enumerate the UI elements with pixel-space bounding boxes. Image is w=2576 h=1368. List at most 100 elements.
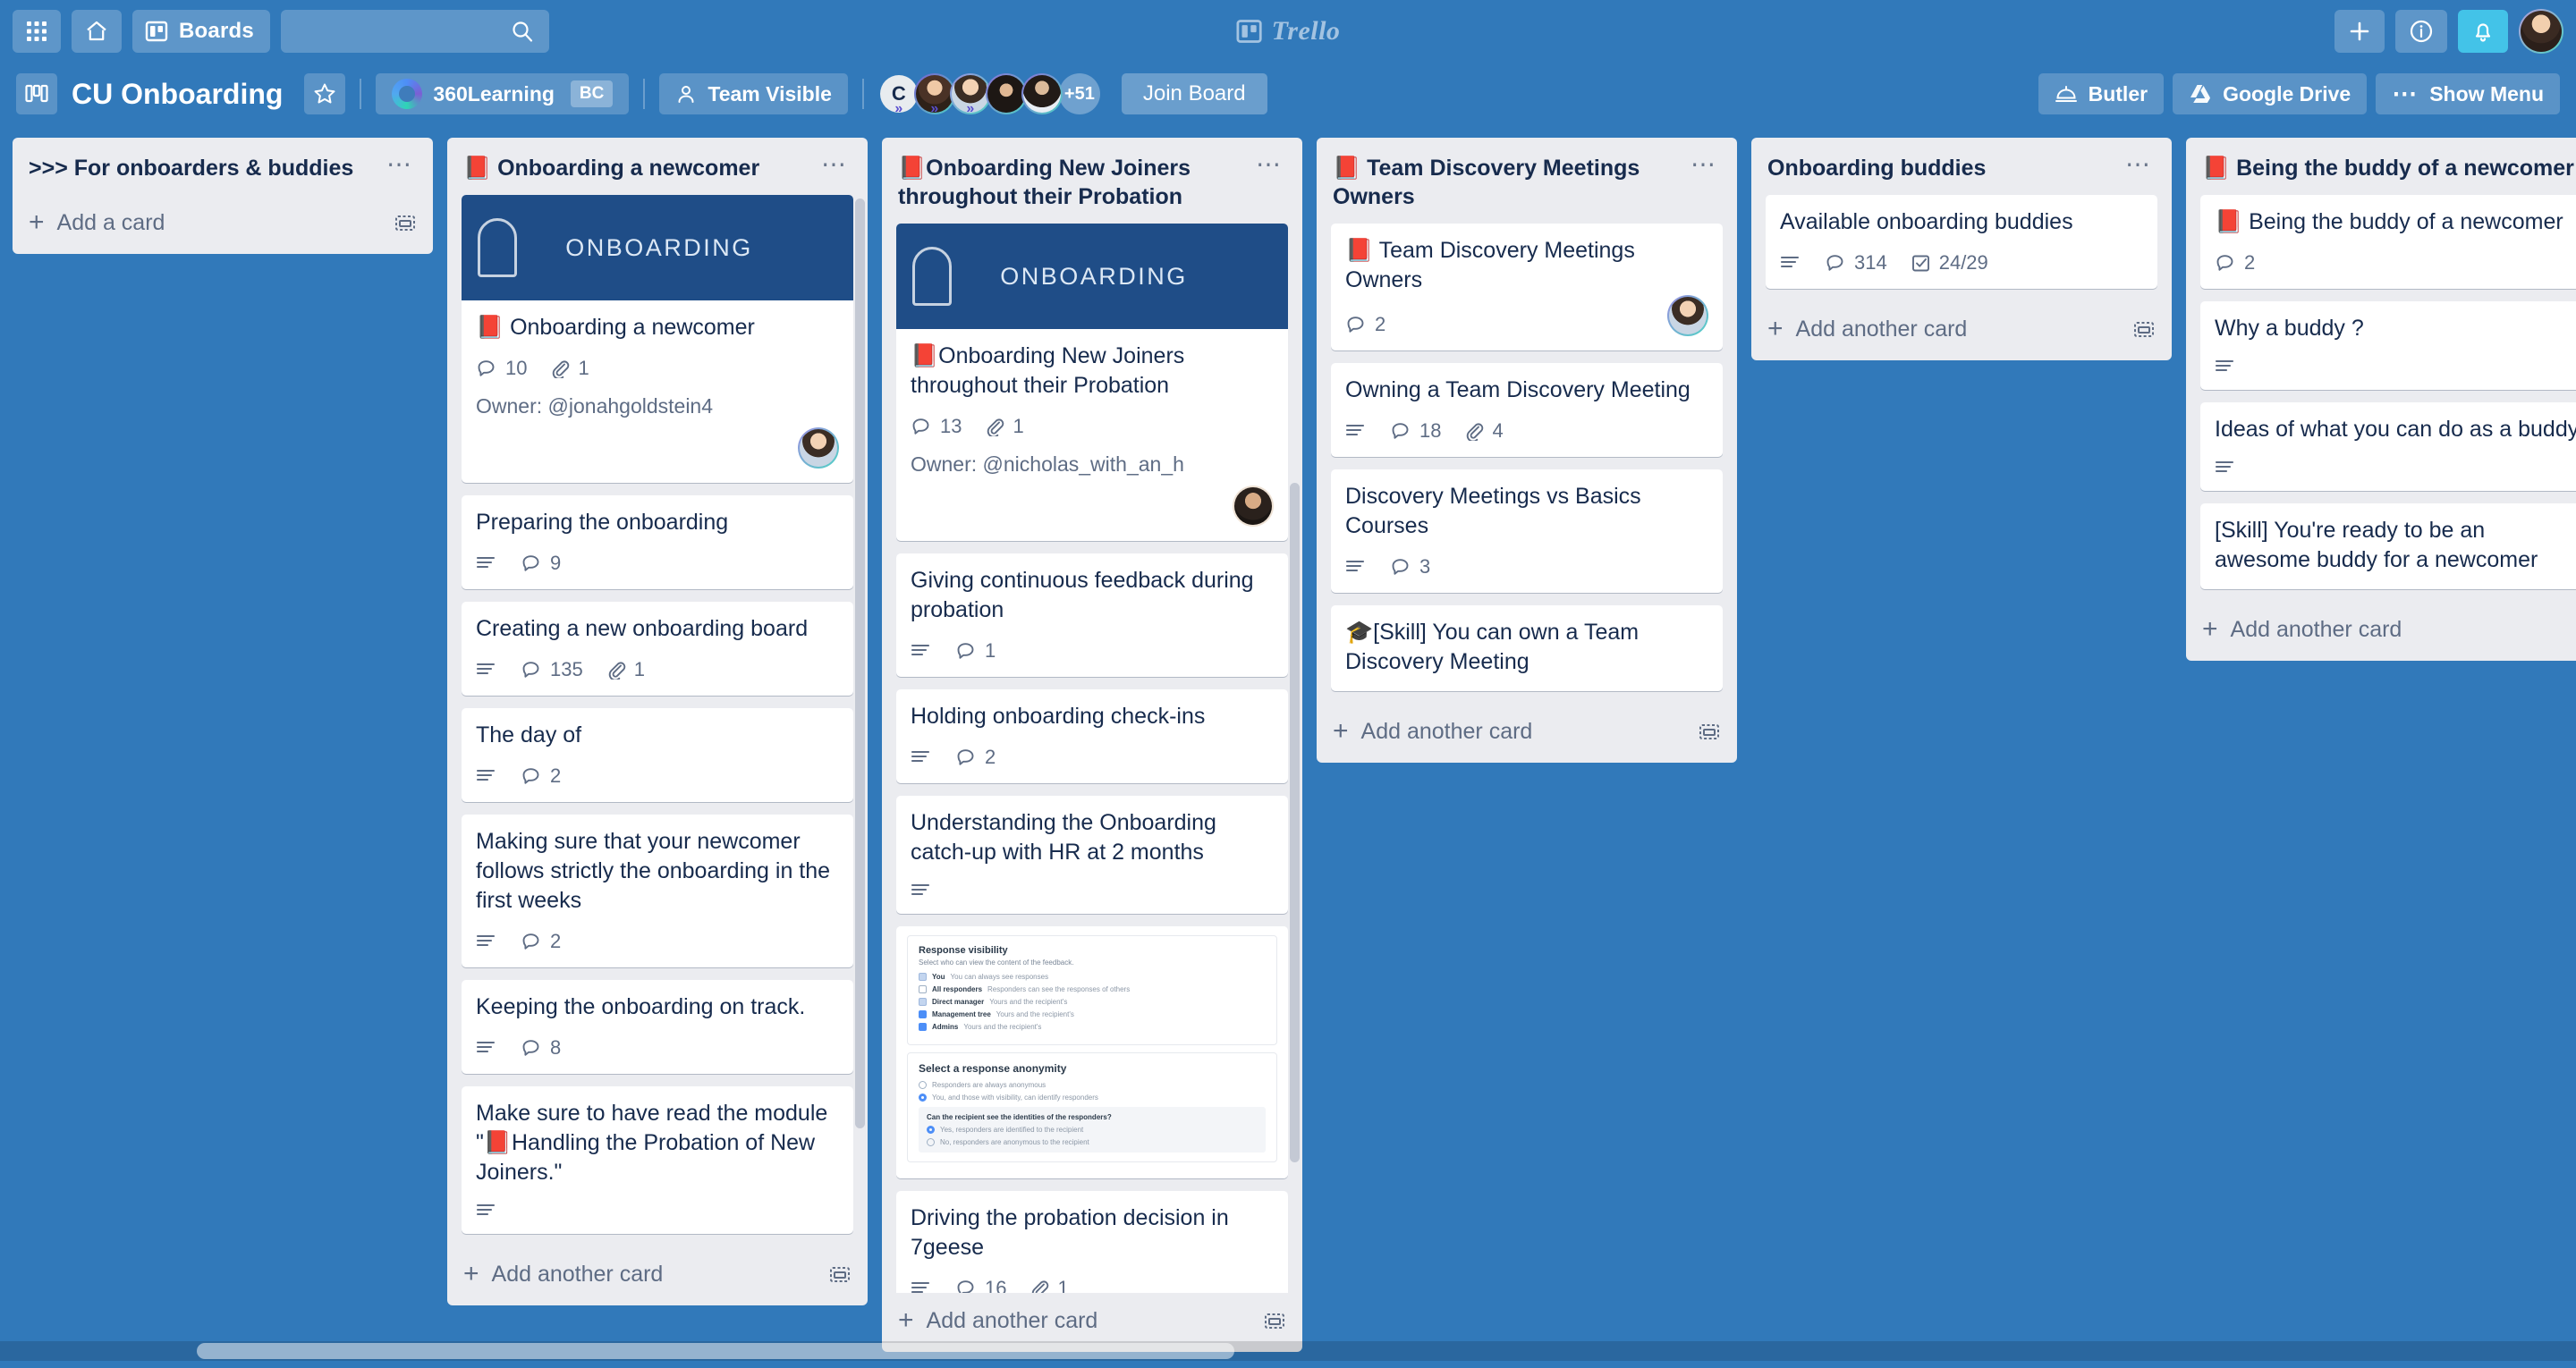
star-icon — [312, 81, 337, 106]
show-menu-label: Show Menu — [2429, 81, 2544, 106]
card[interactable]: The day of 2 — [462, 708, 853, 802]
member-photo — [1669, 297, 1707, 334]
card-title: Driving the probation decision in 7geese — [911, 1205, 1229, 1260]
card[interactable]: Make sure to have read the module "📕Hand… — [462, 1086, 853, 1234]
list-title[interactable]: 📕Onboarding New Joiners throughout their… — [898, 154, 1243, 211]
card-badges: 8 — [476, 1036, 839, 1060]
card-body: Owning a Team Discovery Meeting 18 4 — [1331, 363, 1723, 457]
join-board-button[interactable]: Join Board — [1121, 73, 1267, 114]
list-title[interactable]: 📕 Being the buddy of a newcomer — [2202, 154, 2576, 182]
card[interactable]: ONBOARDING 📕 Onboarding a newcomer 10 1 — [462, 195, 853, 483]
card[interactable]: Discovery Meetings vs Basics Courses 3 — [1331, 469, 1723, 593]
list-title[interactable]: 📕 Onboarding a newcomer — [463, 154, 809, 182]
card-badges: 2 — [476, 930, 839, 953]
team-button[interactable]: 360Learning BC — [376, 73, 630, 114]
card-template-icon[interactable] — [1263, 1310, 1286, 1331]
list-menu-button[interactable]: ⋯ — [1250, 152, 1288, 177]
add-another-card-button[interactable]: + Add another card — [2186, 602, 2576, 661]
member-avatar[interactable]: » — [949, 73, 991, 116]
comments-count: 2 — [550, 764, 562, 787]
description-icon — [2215, 459, 2236, 477]
member-avatar[interactable]: C » — [878, 73, 919, 116]
list-title[interactable]: Onboarding buddies — [1767, 154, 2113, 182]
info-button[interactable] — [2395, 10, 2447, 53]
card[interactable]: Creating a new onboarding board 135 1 — [462, 602, 853, 696]
list-title[interactable]: >>> For onboarders & buddies — [29, 154, 374, 182]
card-badges — [911, 882, 1274, 899]
description-icon — [911, 642, 932, 660]
visibility-button[interactable]: Team Visible — [659, 73, 848, 114]
card-template-icon[interactable] — [828, 1263, 852, 1285]
member-avatar[interactable] — [1233, 486, 1274, 527]
more-members-button[interactable]: +51 — [1058, 73, 1100, 114]
member-avatar[interactable] — [1667, 295, 1708, 336]
board-horizontal-scrollbar[interactable] — [0, 1341, 2576, 1361]
add-button[interactable] — [2334, 10, 2385, 53]
card[interactable]: Ideas of what you can do as a buddy — [2200, 402, 2576, 491]
list-title[interactable]: 📕 Team Discovery Meetings Owners — [1333, 154, 1678, 211]
card-template-icon[interactable] — [1698, 721, 1721, 742]
card[interactable]: ONBOARDING 📕Onboarding New Joiners throu… — [896, 224, 1288, 541]
list-menu-button[interactable]: ⋯ — [1685, 152, 1723, 177]
list-menu-button[interactable]: ⋯ — [816, 152, 853, 177]
card-template-icon[interactable] — [2132, 318, 2156, 340]
preview-option-label: Direct manager — [932, 998, 985, 1006]
apps-grid-button[interactable] — [13, 10, 61, 53]
add-another-card-button[interactable]: + Add another card — [447, 1246, 868, 1305]
notifications-button[interactable] — [2458, 10, 2508, 53]
card[interactable]: Making sure that your newcomer follows s… — [462, 815, 853, 967]
show-menu-button[interactable]: ⋯ Show Menu — [2376, 73, 2560, 114]
avatar[interactable] — [2519, 9, 2563, 54]
add-another-card-button[interactable]: + Add another card — [1317, 704, 1737, 763]
card[interactable]: 📕 Being the buddy of a newcomer 2 — [2200, 195, 2576, 289]
list-menu-button[interactable]: ⋯ — [381, 152, 419, 177]
plus-icon: + — [1333, 716, 1349, 746]
card[interactable]: [Skill] You're ready to be an awesome bu… — [2200, 503, 2576, 589]
boards-button[interactable]: Boards — [132, 10, 270, 53]
board-switch-button[interactable] — [16, 73, 57, 114]
card[interactable]: Driving the probation decision in 7geese… — [896, 1191, 1288, 1293]
preview-option-hint: Responders can see the responses of othe… — [987, 985, 1131, 993]
card-title: Understanding the Onboarding catch-up wi… — [911, 810, 1216, 865]
list-scrollbar[interactable] — [1290, 483, 1300, 1162]
google-drive-label: Google Drive — [2223, 81, 2351, 106]
card[interactable]: Why a buddy ? — [2200, 301, 2576, 390]
attachments-badge: 4 — [1464, 419, 1504, 443]
comment-icon — [2215, 252, 2236, 274]
radio-icon — [927, 1126, 935, 1134]
paperclip-icon — [985, 417, 1004, 436]
add-another-card-button[interactable]: + Add another card — [1751, 301, 2172, 360]
comments-badge: 135 — [521, 658, 583, 681]
board-header-right-actions: Butler Google Drive ⋯ Show Menu — [2038, 73, 2560, 114]
comments-badge: 2 — [521, 764, 561, 788]
member-avatar[interactable] — [798, 427, 839, 469]
chevron-up-icon: » — [930, 101, 939, 116]
list-menu-button[interactable]: ⋯ — [2120, 152, 2157, 177]
card-with-image-preview[interactable]: Response visibility Select who can view … — [896, 926, 1288, 1178]
attachments-count: 1 — [578, 357, 589, 379]
star-board-button[interactable] — [304, 73, 346, 114]
card[interactable]: Understanding the Onboarding catch-up wi… — [896, 796, 1288, 914]
home-button[interactable] — [72, 10, 122, 53]
comment-icon — [1390, 420, 1411, 442]
card[interactable]: 🎓[Skill] You can own a Team Discovery Me… — [1331, 605, 1723, 691]
search-input[interactable] — [280, 10, 549, 53]
scrollbar-thumb[interactable] — [197, 1343, 1234, 1359]
card-body: Making sure that your newcomer follows s… — [462, 815, 853, 967]
member-avatar[interactable] — [1021, 73, 1063, 114]
member-avatar[interactable]: » — [913, 73, 955, 116]
card[interactable]: Preparing the onboarding 9 — [462, 495, 853, 589]
list-scrollbar[interactable] — [855, 198, 865, 1128]
card[interactable]: Giving continuous feedback during probat… — [896, 553, 1288, 677]
grid-apps-icon — [25, 20, 48, 43]
butler-button[interactable]: Butler — [2038, 73, 2165, 114]
card[interactable]: Keeping the onboarding on track. 8 — [462, 980, 853, 1074]
google-drive-button[interactable]: Google Drive — [2173, 73, 2368, 114]
card[interactable]: Owning a Team Discovery Meeting 18 4 — [1331, 363, 1723, 457]
card[interactable]: Holding onboarding check-ins 2 — [896, 689, 1288, 783]
member-avatar[interactable] — [985, 73, 1027, 114]
card-template-icon[interactable] — [394, 212, 417, 233]
card[interactable]: Available onboarding buddies 314 24/29 — [1766, 195, 2157, 289]
add-card-button[interactable]: + Add a card — [13, 195, 433, 254]
card[interactable]: 📕 Team Discovery Meetings Owners 2 — [1331, 224, 1723, 350]
